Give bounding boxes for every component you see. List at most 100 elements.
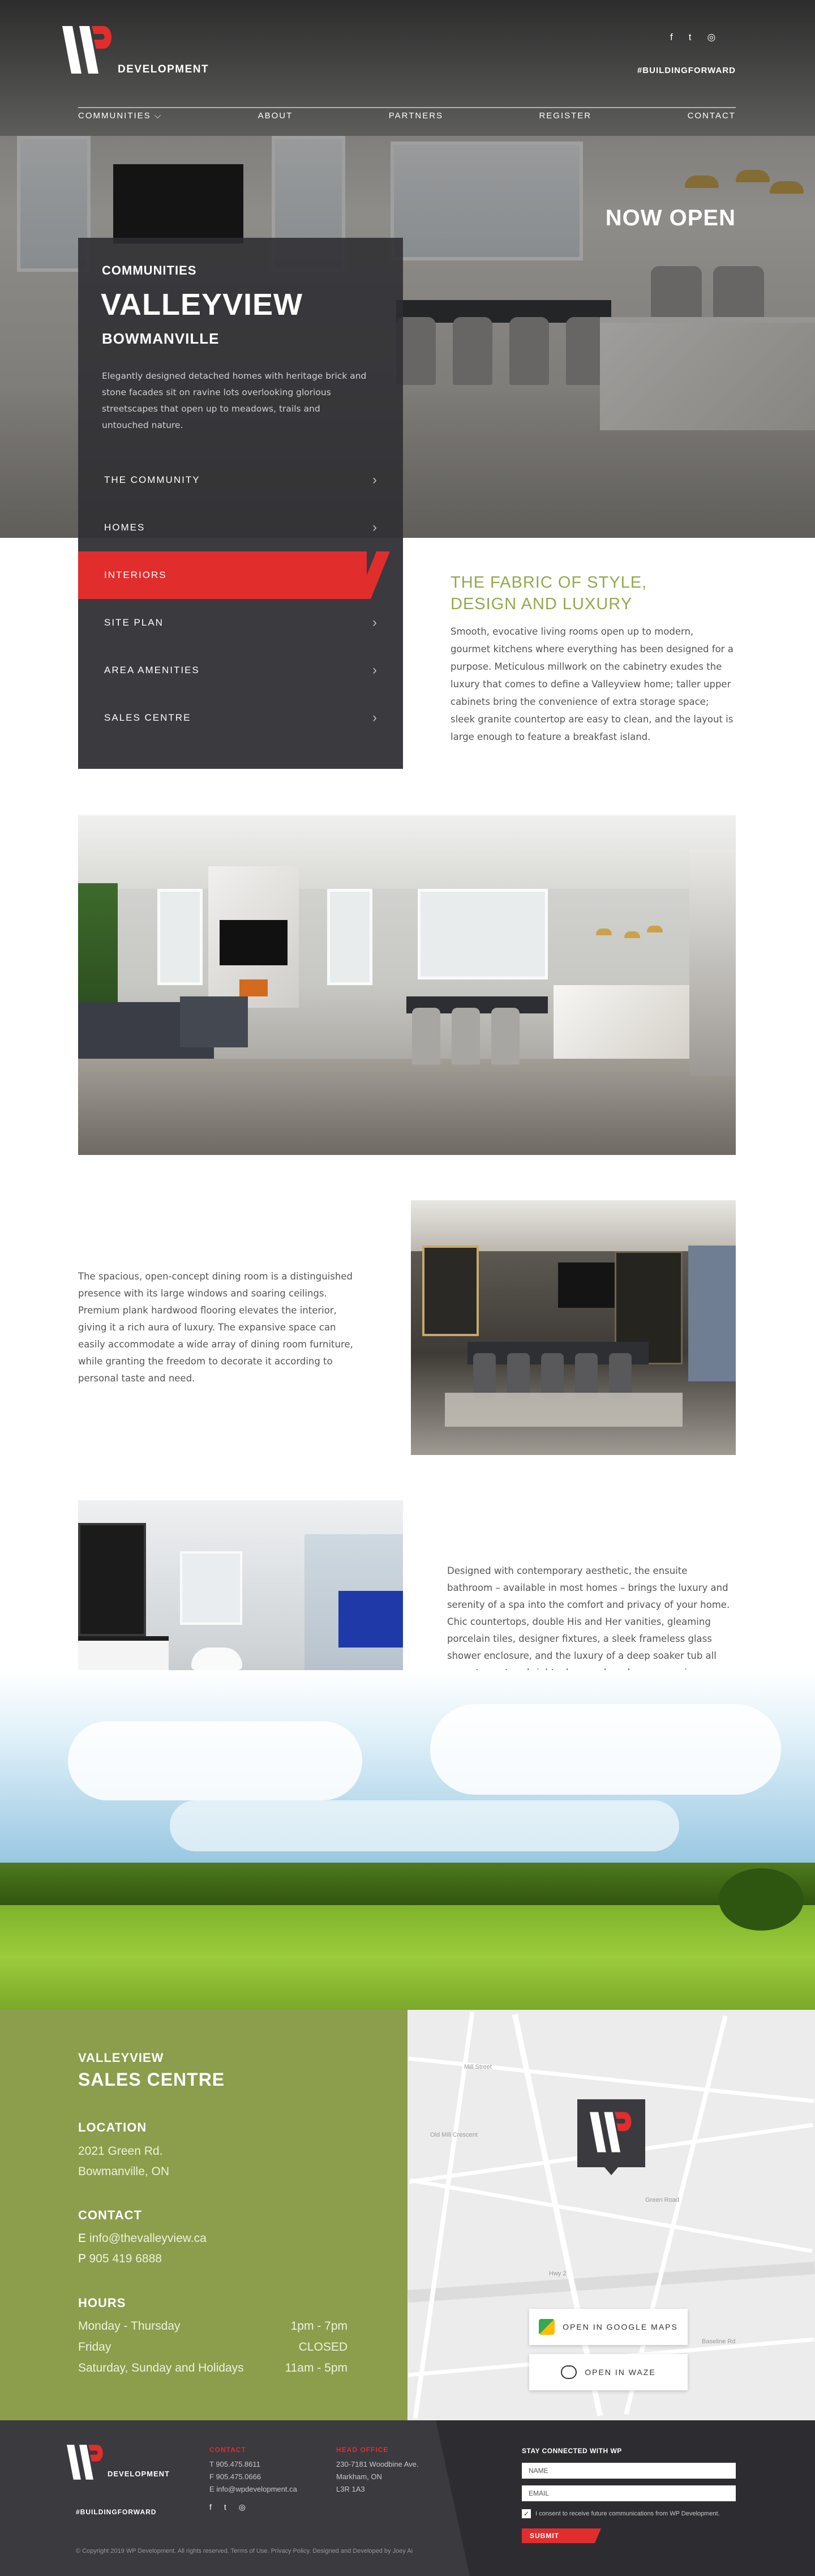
hours-time: CLOSED [298, 2340, 348, 2354]
hours-row: Saturday, Sunday and Holidays 11am - 5pm [78, 2357, 348, 2378]
consent-label: I consent to receive future communicatio… [535, 2510, 720, 2517]
office-line: 230-7181 Woodbine Ave. [336, 2460, 419, 2468]
footer-hashtag: #BUILDINGFORWARD [76, 2508, 157, 2516]
chevron-right-icon: › [372, 472, 378, 487]
nav-contact[interactable]: CONTACT [688, 111, 736, 121]
hours-row: Monday - Thursday 1pm - 7pm [78, 2316, 348, 2337]
twitter-icon[interactable]: t [689, 32, 692, 43]
hashtag: #BUILDINGFORWARD [637, 66, 736, 75]
map-road-label: Green Road [645, 2197, 679, 2203]
footer-social: f t ◎ [209, 2502, 246, 2512]
fabric-body: Smooth, evocative living rooms open up t… [451, 626, 734, 742]
email-label: E [78, 2232, 87, 2245]
open-waze-button[interactable]: OPEN IN WAZE [529, 2354, 688, 2390]
menu-label: INTERIORS [104, 570, 167, 580]
hours-day: Saturday, Sunday and Holidays [78, 2361, 244, 2374]
panel-title: VALLEYVIEW [101, 288, 303, 322]
footer-email[interactable]: E info@wpdevelopment.ca [209, 2483, 297, 2496]
office-line: Markham, ON [336, 2472, 382, 2481]
map-road-label: Hwy 2 [549, 2270, 567, 2277]
menu-area-amenities[interactable]: AREA AMENITIES › [78, 647, 403, 694]
menu-label: THE COMMUNITY [104, 474, 200, 485]
nav-about[interactable]: ABOUT [258, 111, 293, 121]
email-link[interactable]: info@thevalleyview.ca [89, 2232, 207, 2245]
menu-sales-centre[interactable]: SALES CENTRE › [78, 694, 403, 742]
active-stripes [334, 551, 402, 599]
cloud [170, 1800, 679, 1851]
wp-logo[interactable]: DEVELOPMENT [62, 26, 208, 77]
consent-checkbox[interactable]: ✓ [522, 2509, 531, 2518]
hours-table: Monday - Thursday 1pm - 7pm Friday CLOSED … [78, 2316, 348, 2378]
social-links: f t ◎ [670, 32, 715, 43]
location-heading: LOCATION [78, 2120, 147, 2134]
footer-fax: F 905.475.0666 [209, 2472, 261, 2481]
newsletter-email-input[interactable]: EMAIL [522, 2485, 736, 2501]
dining-description: The spacious, open-concept dining room i… [78, 1271, 353, 1384]
contact-heading: CONTACT [78, 2208, 142, 2222]
consent-row: ✓ I consent to receive future communicat… [522, 2509, 720, 2518]
submit-button[interactable]: SUBMIT [522, 2528, 601, 2543]
map-road-label: Mill Street [464, 2064, 492, 2070]
menu-label: SITE PLAN [104, 617, 164, 628]
waze-label: OPEN IN WAZE [585, 2368, 656, 2377]
newsletter-heading: STAY CONNECTED WITH WP [522, 2447, 622, 2455]
menu-site-plan[interactable]: SITE PLAN › [78, 599, 403, 647]
wp-logo-mark [62, 26, 111, 74]
email-row: E info@thevalleyview.ca [78, 2228, 207, 2249]
menu-label: SALES CENTRE [104, 712, 191, 723]
instagram-icon[interactable]: ◎ [707, 32, 715, 43]
footer-contact: T 905.475.8611 F 905.475.0666 E info@wpd… [209, 2458, 297, 2496]
open-google-maps-button[interactable]: OPEN IN GOOGLE MAPS [529, 2309, 688, 2345]
wp-logo-mark [590, 2112, 632, 2153]
hours-time: 1pm - 7pm [290, 2320, 348, 2333]
main-nav: COMMUNITIES ⌵ ABOUT PARTNERS REGISTER CO… [78, 111, 736, 121]
facebook-icon[interactable]: f [209, 2502, 212, 2512]
panel-description: Elegantly designed detached homes with h… [102, 371, 367, 430]
nav-register[interactable]: REGISTER [539, 111, 591, 121]
map-marker[interactable] [577, 2099, 645, 2175]
nav-divider [78, 107, 736, 108]
chevron-right-icon: › [372, 710, 378, 725]
hours-heading: HOURS [78, 2296, 126, 2310]
phone-link[interactable]: 905 419 6888 [89, 2252, 161, 2265]
address-line: Bowmanville, ON [78, 2165, 170, 2178]
wp-logo-mark [67, 2445, 103, 2480]
cloud [430, 1704, 781, 1795]
footer-contact-heading: CONTACT [209, 2446, 246, 2454]
map-road-label: Baseline Rd [702, 2338, 736, 2345]
footer-office-heading: HEAD OFFICE [336, 2446, 389, 2454]
address-line: 2021 Green Rd. [78, 2145, 163, 2158]
hours-day: Monday - Thursday [78, 2320, 181, 2333]
phone-label: P [78, 2252, 86, 2265]
cloud [68, 1721, 362, 1800]
newsletter-name-input[interactable]: NAME [522, 2463, 736, 2479]
hours-row: Friday CLOSED [78, 2337, 348, 2357]
sales-title: SALES CENTRE [78, 2069, 225, 2090]
footer-phone[interactable]: T 905.475.8611 [209, 2458, 297, 2471]
footer-office: 230-7181 Woodbine Ave. Markham, ON L3R 1… [336, 2458, 419, 2496]
menu-label: HOMES [104, 522, 145, 533]
phone-row: P 905 419 6888 [78, 2249, 162, 2269]
landscape-field [0, 1905, 815, 2010]
hours-day: Friday [78, 2340, 111, 2354]
hours-time: 11am - 5pm [285, 2361, 348, 2374]
living-kitchen-photo [78, 815, 736, 1155]
facebook-icon[interactable]: f [670, 32, 673, 43]
logo-wordmark: DEVELOPMENT [118, 63, 209, 75]
nav-partners[interactable]: PARTNERS [389, 111, 443, 121]
instagram-icon[interactable]: ◎ [239, 2502, 246, 2512]
dining-room-photo [411, 1200, 736, 1455]
nav-communities[interactable]: COMMUNITIES ⌵ [78, 111, 162, 121]
submit-label: SUBMIT [530, 2532, 559, 2540]
menu-the-community[interactable]: THE COMMUNITY › [78, 456, 403, 504]
fabric-heading-line: DESIGN AND LUXURY [451, 595, 633, 613]
footer-logo[interactable]: DEVELOPMENT [67, 2445, 180, 2484]
map-road-label: Old Mill Crescent [430, 2132, 478, 2138]
sales-kicker: VALLEYVIEW [78, 2051, 164, 2065]
menu-homes[interactable]: HOMES › [78, 504, 403, 551]
now-open-badge: NOW OPEN [605, 206, 736, 230]
twitter-icon[interactable]: t [224, 2502, 226, 2512]
menu-interiors[interactable]: INTERIORS [78, 551, 367, 599]
landscape-treeline [0, 1863, 815, 1908]
panel-subtitle: BOWMANVILLE [102, 330, 220, 347]
